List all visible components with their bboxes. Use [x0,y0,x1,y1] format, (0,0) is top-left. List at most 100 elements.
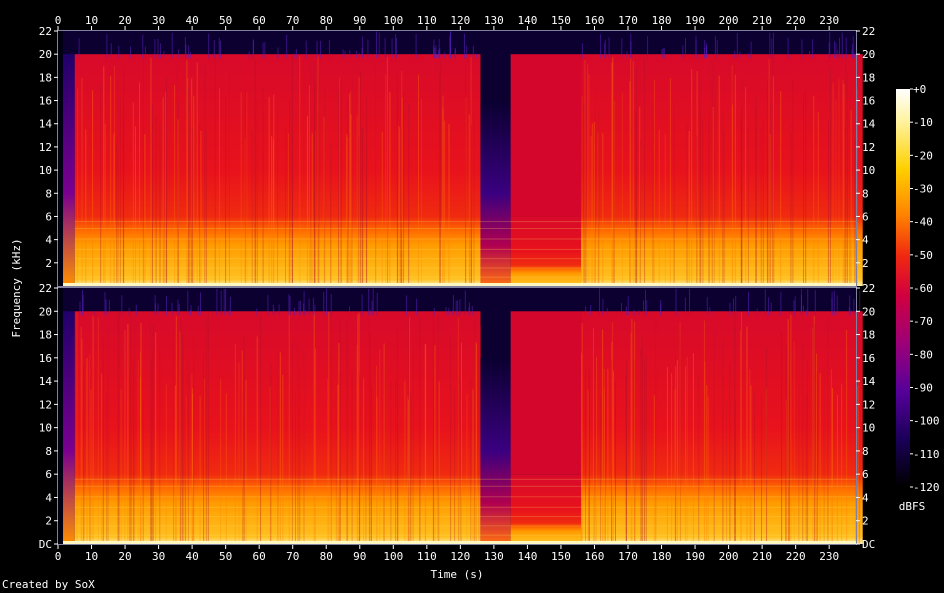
colorbar-tick-label: -110 [913,448,940,461]
spike [660,303,662,316]
spike [187,290,189,316]
spike [627,296,629,316]
streak [130,314,132,544]
spike [747,53,749,59]
streak [173,331,175,544]
streak [688,131,690,286]
spike [585,306,587,316]
streak [792,79,794,286]
spike [599,288,600,316]
x-tick-label-bottom: 150 [551,550,571,563]
spectrogram-chart: 22 2220 2018 1816 1614 1412 1210 108 86 64 42 222 22… [10,14,940,581]
streak [76,312,78,544]
spike [448,308,450,316]
streak [434,345,436,544]
y-tick-label-right: 6 [862,210,869,223]
spike [716,40,718,59]
streak [102,337,104,544]
spike [349,306,350,316]
spike [213,40,215,59]
streak [200,131,202,286]
streak [234,344,236,544]
spike [372,288,374,316]
streak [401,97,403,287]
spike [406,295,408,316]
spike [787,37,789,59]
streak [591,123,593,286]
colorbar-tick-label: -60 [913,282,933,295]
y-tick-label-right: 18 [862,71,875,84]
spike [839,37,840,59]
segment-lowpass-lower [510,216,582,286]
streak [593,122,595,286]
streak [598,111,600,286]
spike [273,308,275,316]
streak [254,57,256,286]
streak [634,110,636,286]
spike [267,294,269,316]
spike [159,43,161,59]
streak [632,60,634,287]
spike [853,298,855,316]
spike [459,299,461,316]
x-tick-label-bottom: 190 [685,550,705,563]
y-tick-label-left: 12 [39,398,52,411]
streak [117,79,119,286]
spike [602,299,604,316]
streak [187,77,189,286]
y-tick-label-left: 20 [39,48,52,61]
spike [391,38,393,59]
streak [590,136,592,286]
streak [268,96,270,287]
streak [295,391,296,544]
streak [473,112,475,286]
streak [746,326,748,544]
spike [82,290,83,316]
y-tick-label-right: 18 [862,329,875,342]
streak [790,314,792,544]
streak [289,99,291,286]
spike [621,38,623,59]
spike [171,33,173,59]
streak [117,311,119,544]
colorbar-tick-label: -10 [913,116,933,129]
colorbar [896,89,910,487]
streak [404,380,406,544]
spike [436,54,438,59]
spike [769,32,771,59]
spike [369,309,371,316]
spike [361,47,363,59]
streak [790,124,792,286]
streak [772,76,774,287]
spectrogram-channel-1 [58,31,863,287]
y-tick-label-right: 12 [862,141,875,154]
streak [120,389,122,544]
streak [686,124,688,286]
streak [584,60,586,286]
streak [89,354,91,544]
x-tick-label-bottom: 160 [585,550,605,563]
streak [262,86,264,286]
spike [252,39,254,59]
spike [837,49,839,59]
spike [662,48,664,59]
x-tick-label-top: 0 [55,14,62,27]
y-tick-label-right: 4 [862,491,869,504]
x-tick-label-top: 50 [219,14,232,27]
streak [107,328,109,544]
x-tick-label-bottom: 210 [752,550,772,563]
streak [196,62,198,286]
streak [308,85,310,286]
streak [722,115,723,286]
streak [244,138,246,286]
spike [764,289,766,316]
streak [291,54,293,287]
spike [367,39,369,59]
y-tick-label-left: 2 [45,257,52,270]
harmonic-band [74,267,856,269]
spike [295,48,297,59]
spike [293,53,295,59]
streak [383,343,385,544]
y-tick-label-right: 2 [862,515,869,528]
spike [135,304,137,316]
